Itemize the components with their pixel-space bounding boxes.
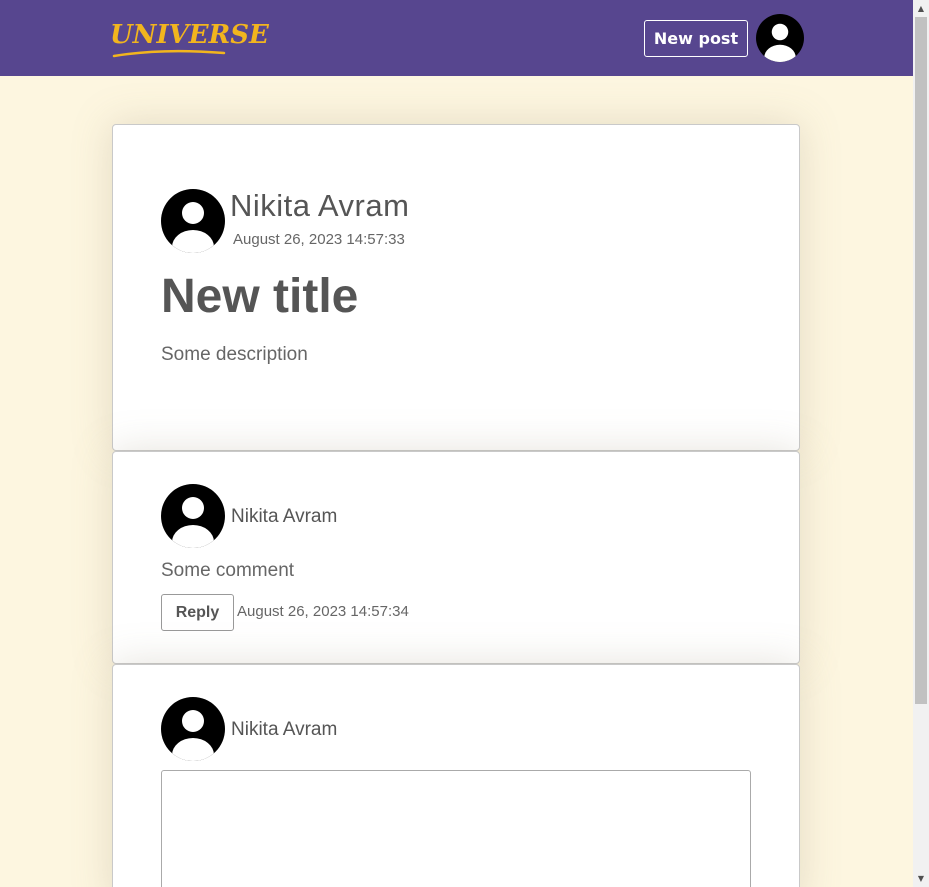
comment-author-name[interactable]: Nikita Avram <box>231 506 337 528</box>
comment-date: August 26, 2023 14:57:34 <box>237 603 409 620</box>
logo-swoosh-icon <box>112 49 226 58</box>
comment-card: Nikita Avram Some comment Reply August 2… <box>112 451 800 664</box>
user-avatar-icon[interactable] <box>756 14 804 62</box>
user-avatar-icon[interactable] <box>161 189 225 253</box>
scroll-up-arrow-icon[interactable]: ▲ <box>913 0 929 17</box>
post-description: Some description <box>161 344 308 365</box>
post-title: New title <box>161 270 359 323</box>
user-avatar-icon[interactable] <box>161 697 225 761</box>
post-card: Nikita Avram August 26, 2023 14:57:33 Ne… <box>112 124 800 451</box>
new-post-button[interactable]: New post <box>644 20 748 57</box>
user-avatar-icon[interactable] <box>161 484 225 548</box>
post-date: August 26, 2023 14:57:33 <box>233 231 405 248</box>
reply-button[interactable]: Reply <box>161 594 234 631</box>
navbar: UNIVERSE New post <box>0 0 913 76</box>
universe-logo[interactable]: UNIVERSE <box>110 18 269 60</box>
comment-text: Some comment <box>161 560 295 581</box>
post-author-name[interactable]: Nikita Avram <box>230 188 409 224</box>
comment-textarea[interactable] <box>161 770 751 887</box>
scrollbar-thumb[interactable] <box>915 17 927 704</box>
page-scrollbar[interactable]: ▲ ▼ <box>913 0 929 887</box>
reply-form-card: Nikita Avram <box>112 664 800 887</box>
scroll-down-arrow-icon[interactable]: ▼ <box>913 870 929 887</box>
reply-author-name[interactable]: Nikita Avram <box>231 719 337 741</box>
logo-text: UNIVERSE <box>110 20 269 50</box>
